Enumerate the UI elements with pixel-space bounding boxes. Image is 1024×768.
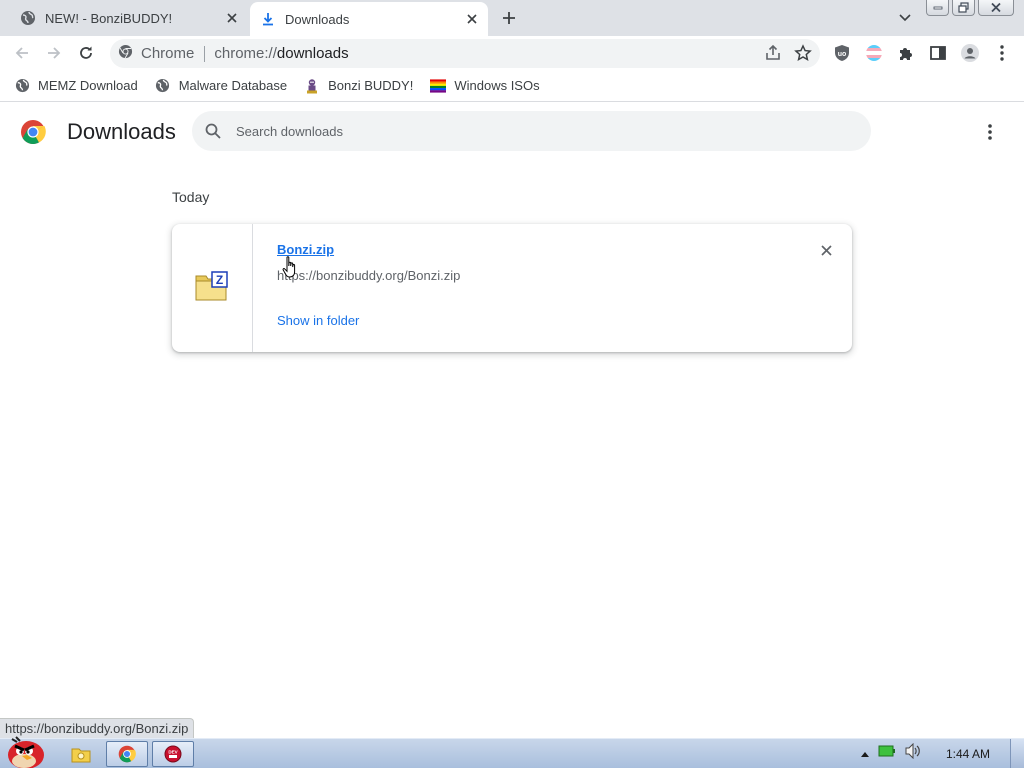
omnibox-divider (204, 45, 206, 62)
search-downloads-field[interactable] (192, 111, 871, 151)
bookmark-label: Malware Database (178, 78, 288, 93)
url-scheme: chrome:// (214, 45, 277, 62)
new-tab-button[interactable] (499, 8, 519, 28)
windows-taskbar: DEV 1:44 AM (0, 736, 1024, 768)
extensions-puzzle-icon[interactable] (895, 42, 917, 64)
close-window-button[interactable] (978, 0, 1014, 16)
start-button-angry-bird-icon[interactable] (2, 731, 50, 768)
taskbar-dev-app-icon[interactable]: DEV (152, 741, 194, 767)
show-desktop-button[interactable] (1010, 739, 1024, 768)
show-hidden-icons-icon[interactable] (860, 745, 870, 763)
tab-title: NEW! - BonziBUDDY! (45, 10, 173, 26)
globe-icon (20, 10, 36, 26)
downloads-header: Downloads (0, 103, 1024, 159)
minimize-button[interactable] (926, 0, 949, 16)
address-bar[interactable]: Chrome chrome://downloads (110, 39, 820, 68)
taskbar-explorer-icon[interactable] (60, 741, 102, 767)
url-host: downloads (276, 45, 349, 62)
bookmark-memz-download[interactable]: MEMZ Download (14, 78, 138, 94)
site-label: Chrome (141, 45, 195, 62)
site-info-chip[interactable]: Chrome (110, 44, 194, 63)
svg-text:uo: uo (838, 51, 847, 58)
chrome-icon (118, 44, 133, 63)
share-icon[interactable] (764, 44, 782, 67)
reload-button[interactable] (75, 42, 97, 64)
tab-strip: NEW! - BonziBUDDY! Downloads (0, 0, 1024, 36)
bonzi-icon (304, 78, 320, 94)
browser-toolbar: Chrome chrome://downloads uo (0, 36, 1024, 70)
restore-button[interactable] (952, 0, 975, 16)
show-in-folder-link[interactable]: Show in folder (277, 313, 359, 328)
tab-downloads[interactable]: Downloads (250, 2, 488, 36)
close-tab-icon[interactable] (464, 11, 480, 27)
side-panel-icon[interactable] (927, 42, 949, 64)
taskbar-chrome-icon[interactable] (106, 741, 148, 767)
search-input[interactable] (236, 123, 836, 139)
close-tab-icon[interactable] (224, 10, 240, 26)
tab-title: Downloads (285, 11, 350, 27)
url-text: chrome://downloads (214, 45, 348, 62)
ublock-origin-icon[interactable]: uo (831, 42, 853, 64)
system-tray (860, 742, 922, 764)
bookmarks-bar: MEMZ Download Malware Database Bonzi BUD… (0, 70, 1024, 102)
taskbar-clock[interactable]: 1:44 AM (946, 747, 990, 761)
chrome-logo-icon (20, 119, 46, 145)
bookmark-malware-database[interactable]: Malware Database (155, 78, 287, 94)
bookmark-bonzi-buddy[interactable]: Bonzi BUDDY! (304, 78, 413, 94)
bookmark-windows-isos[interactable]: Windows ISOs (430, 78, 540, 94)
trans-flag-extension-icon[interactable] (863, 42, 885, 64)
volume-icon[interactable] (904, 742, 922, 764)
bookmark-star-icon[interactable] (794, 44, 812, 67)
forward-button[interactable] (43, 42, 65, 64)
svg-text:Z: Z (216, 273, 223, 287)
download-item-card: Z Bonzi.zip https://bonzibuddy.org/Bonzi… (172, 224, 852, 352)
bookmark-label: Windows ISOs (454, 78, 540, 93)
file-icon-column: Z (172, 224, 253, 352)
remove-download-icon[interactable] (818, 242, 834, 258)
tab-search-chevron-icon[interactable] (896, 9, 914, 27)
file-source-url[interactable]: https://bonzibuddy.org/Bonzi.zip (277, 268, 460, 283)
battery-icon[interactable] (878, 744, 896, 763)
downloads-more-actions-icon[interactable] (980, 121, 1000, 143)
search-icon (204, 122, 222, 140)
tab-bonzibuddy[interactable]: NEW! - BonziBUDDY! (12, 0, 246, 36)
bookmark-label: MEMZ Download (38, 78, 138, 93)
rainbow-flag-icon (430, 78, 447, 94)
globe-icon (14, 78, 30, 94)
svg-text:DEV: DEV (168, 750, 177, 755)
window-controls (926, 0, 1014, 16)
page-title: Downloads (67, 119, 176, 144)
back-button[interactable] (11, 42, 33, 64)
date-section-label: Today (172, 189, 210, 205)
bookmark-label: Bonzi BUDDY! (328, 78, 414, 93)
globe-icon (155, 78, 171, 94)
profile-avatar-icon[interactable] (959, 42, 981, 64)
zip-folder-icon: Z (195, 270, 229, 306)
chrome-menu-icon[interactable] (991, 42, 1013, 64)
download-icon (260, 11, 276, 27)
hand-cursor-icon (281, 255, 301, 281)
